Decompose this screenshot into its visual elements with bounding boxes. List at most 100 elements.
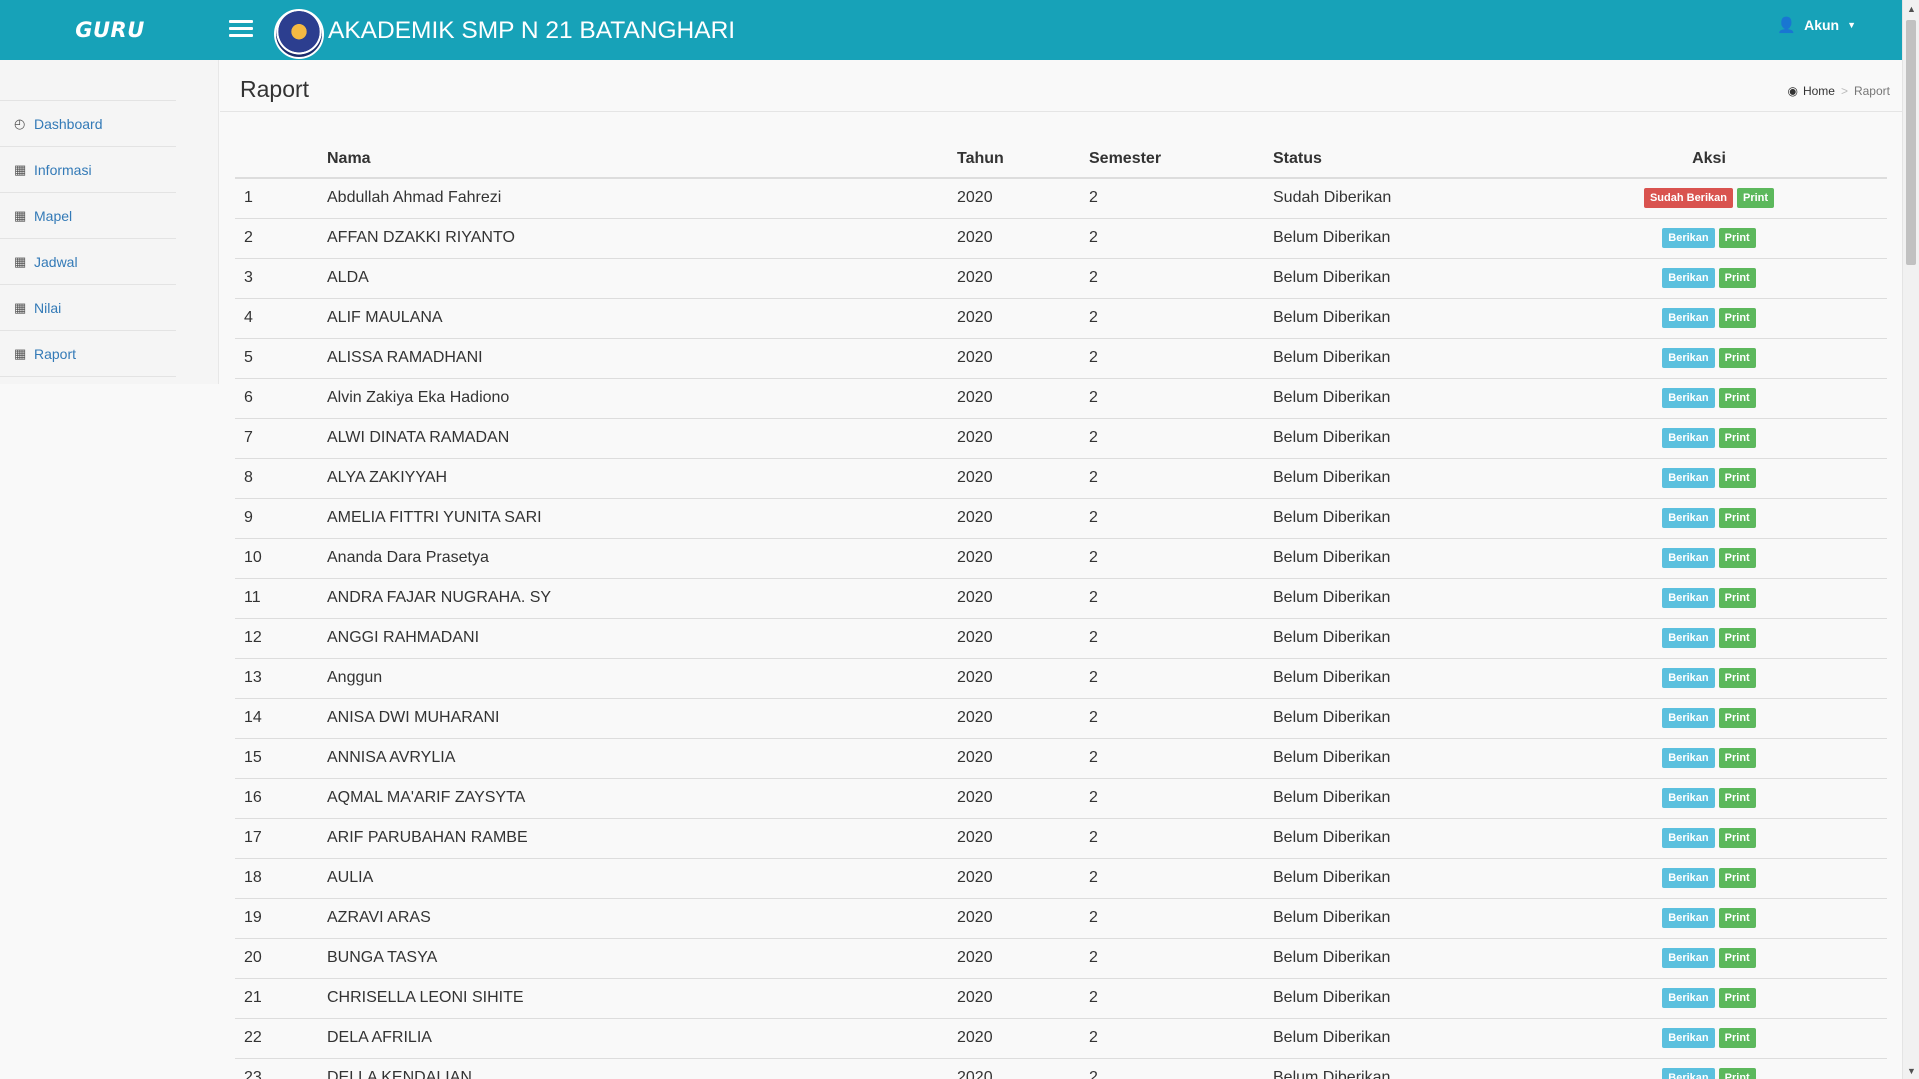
cell-no: 1 (235, 178, 325, 219)
print-button[interactable]: Print (1718, 788, 1756, 808)
breadcrumb: ◉ Home > Raport (1787, 84, 1890, 98)
berikan-button[interactable]: Berikan (1662, 828, 1715, 848)
print-button[interactable]: Print (1718, 708, 1756, 728)
sidebar-item-jadwal[interactable]: ▦ Jadwal (0, 239, 176, 285)
cell-semester: 2 (1087, 738, 1271, 779)
cell-status: Belum Diberikan (1271, 1018, 1531, 1059)
print-button[interactable]: Print (1718, 748, 1756, 768)
print-button[interactable]: Print (1718, 588, 1756, 608)
berikan-button[interactable]: Berikan (1662, 268, 1715, 288)
scrollbar-thumb[interactable] (1906, 20, 1916, 265)
table-row: 5 ALISSA RAMADHANI 2020 2 Belum Diberikan Ber… (235, 338, 1887, 379)
berikan-button[interactable]: Berikan (1662, 908, 1715, 928)
print-button[interactable]: Print (1718, 628, 1756, 648)
cell-semester: 2 (1087, 258, 1271, 299)
print-button[interactable]: Print (1718, 868, 1756, 888)
cell-nama: ANGGI RAHMADANI (325, 618, 955, 659)
berikan-button[interactable]: Berikan (1662, 468, 1715, 488)
cell-tahun: 2020 (955, 738, 1087, 779)
breadcrumb-home-link[interactable]: ◉ Home (1787, 84, 1835, 98)
cell-status: Belum Diberikan (1271, 258, 1531, 299)
cell-no: 8 (235, 458, 325, 499)
berikan-button[interactable]: Berikan (1662, 508, 1715, 528)
hamburger-menu-icon[interactable] (229, 20, 253, 40)
berikan-button[interactable]: Berikan (1662, 588, 1715, 608)
print-button[interactable]: Print (1718, 388, 1756, 408)
table-row: 22 DELA AFRILIA 2020 2 Belum Diberikan Berika… (235, 1018, 1887, 1059)
cell-tahun: 2020 (955, 658, 1087, 699)
cell-semester: 2 (1087, 898, 1271, 939)
breadcrumb-home-label: Home (1802, 84, 1835, 98)
dashboard-icon: ◴ (14, 115, 26, 131)
top-navbar: GURU AKADEMIK SMP N 21 BATANGHARI 👤 Akun… (0, 0, 1902, 60)
cell-semester: 2 (1087, 338, 1271, 379)
cell-aksi: Berikan Print (1531, 418, 1887, 459)
sidebar-item-nilai[interactable]: ▦ Nilai (0, 285, 176, 331)
cell-semester: 2 (1087, 938, 1271, 979)
sidebar-item-informasi[interactable]: ▦ Informasi (0, 147, 176, 193)
berikan-button[interactable]: Berikan (1662, 1028, 1715, 1048)
table-row: 2 AFFAN DZAKKI RIYANTO 2020 2 Belum Diberika… (235, 218, 1887, 259)
cell-aksi: Berikan Print (1531, 858, 1887, 899)
cell-nama: Alvin Zakiya Eka Hadiono (325, 378, 955, 419)
berikan-button[interactable]: Berikan (1662, 388, 1715, 408)
print-button[interactable]: Print (1736, 188, 1775, 209)
sidebar-item-dashboard[interactable]: ◴ Dashboard (0, 101, 176, 147)
berikan-button[interactable]: Berikan (1662, 348, 1715, 368)
cell-status: Belum Diberikan (1271, 298, 1531, 339)
berikan-button[interactable]: Berikan (1662, 428, 1715, 448)
cell-status: Belum Diberikan (1271, 858, 1531, 899)
scroll-up-arrow-icon[interactable]: ▲ (1903, 0, 1919, 17)
table-row: 20 BUNGA TASYA 2020 2 Belum Diberikan Berikan… (235, 938, 1887, 979)
berikan-button[interactable]: Berikan (1662, 228, 1715, 248)
berikan-button[interactable]: Berikan (1662, 628, 1715, 648)
berikan-button[interactable]: Berikan (1662, 748, 1715, 768)
sudah-berikan-button[interactable]: Sudah Berikan (1643, 188, 1733, 209)
print-button[interactable]: Print (1718, 668, 1756, 688)
berikan-button[interactable]: Berikan (1662, 988, 1715, 1008)
account-dropdown[interactable]: 👤 Akun ▼ (1777, 16, 1856, 34)
cell-semester: 2 (1087, 578, 1271, 619)
print-button[interactable]: Print (1718, 988, 1756, 1008)
cell-tahun: 2020 (955, 698, 1087, 739)
print-button[interactable]: Print (1718, 1068, 1756, 1079)
print-button[interactable]: Print (1718, 348, 1756, 368)
print-button[interactable]: Print (1718, 228, 1756, 248)
cell-aksi: Berikan Print (1531, 498, 1887, 539)
breadcrumb-separator: > (1840, 84, 1848, 98)
table-row: 8 ALYA ZAKIYYAH 2020 2 Belum Diberikan Berika… (235, 458, 1887, 499)
berikan-button[interactable]: Berikan (1662, 548, 1715, 568)
berikan-button[interactable]: Berikan (1662, 948, 1715, 968)
sidebar-item-raport[interactable]: ▦ Raport (0, 331, 176, 377)
cell-nama: ALIF MAULANA (325, 298, 955, 339)
sidebar-item-mapel[interactable]: ▦ Mapel (0, 193, 176, 239)
cell-no: 11 (235, 578, 325, 619)
page-scrollbar[interactable]: ▲ ▼ (1902, 0, 1919, 1079)
berikan-button[interactable]: Berikan (1662, 788, 1715, 808)
cell-tahun: 2020 (955, 618, 1087, 659)
cell-nama: CHRISELLA LEONI SIHITE (325, 978, 955, 1019)
berikan-button[interactable]: Berikan (1662, 868, 1715, 888)
print-button[interactable]: Print (1718, 548, 1756, 568)
print-button[interactable]: Print (1718, 268, 1756, 288)
table-row: 19 AZRAVI ARAS 2020 2 Belum Diberikan Berikan… (235, 898, 1887, 939)
scroll-down-arrow-icon[interactable]: ▼ (1903, 1062, 1919, 1079)
cell-no: 12 (235, 618, 325, 659)
cell-tahun: 2020 (955, 178, 1087, 219)
print-button[interactable]: Print (1718, 508, 1756, 528)
print-button[interactable]: Print (1718, 468, 1756, 488)
berikan-button[interactable]: Berikan (1662, 1068, 1715, 1079)
cell-nama: ALDA (325, 258, 955, 299)
berikan-button[interactable]: Berikan (1662, 668, 1715, 688)
print-button[interactable]: Print (1718, 308, 1756, 328)
brand-logo-text[interactable]: GURU (0, 0, 220, 60)
print-button[interactable]: Print (1718, 948, 1756, 968)
print-button[interactable]: Print (1718, 428, 1756, 448)
berikan-button[interactable]: Berikan (1662, 708, 1715, 728)
table-row: 14 ANISA DWI MUHARANI 2020 2 Belum Diberikan… (235, 698, 1887, 739)
print-button[interactable]: Print (1718, 908, 1756, 928)
cell-semester: 2 (1087, 178, 1271, 219)
berikan-button[interactable]: Berikan (1662, 308, 1715, 328)
print-button[interactable]: Print (1718, 828, 1756, 848)
print-button[interactable]: Print (1718, 1028, 1756, 1048)
